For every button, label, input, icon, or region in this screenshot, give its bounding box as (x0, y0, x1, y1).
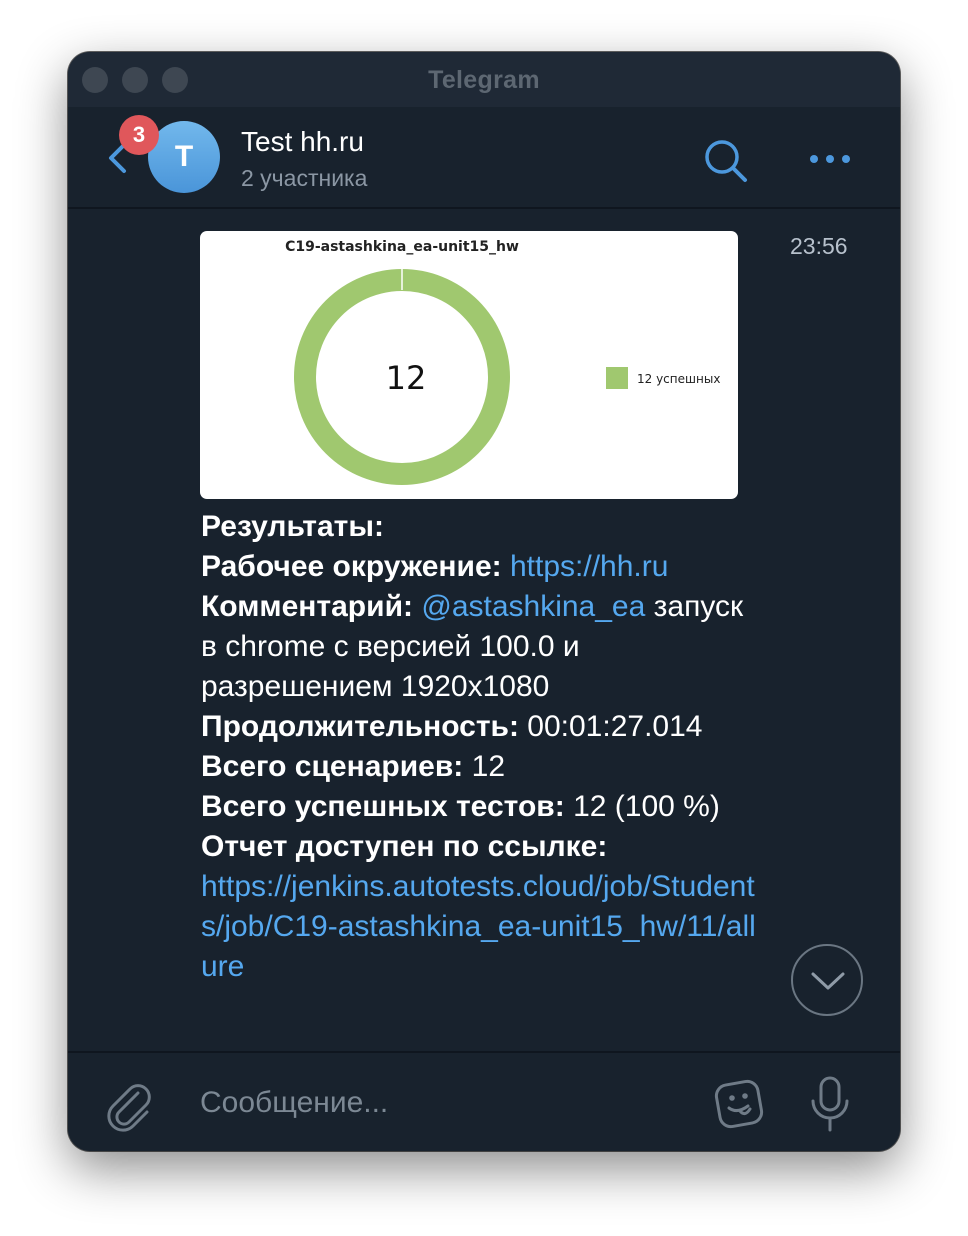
unread-badge: 3 (119, 115, 159, 155)
scroll-down-button[interactable] (791, 944, 863, 1016)
chat-header: T 3 Test hh.ru 2 участника (68, 107, 900, 209)
message-input[interactable] (200, 1081, 680, 1125)
passed-value: 12 (100 %) (573, 790, 720, 823)
scenarios-label: Всего сценариев: (201, 750, 464, 783)
chevron-down-icon (811, 972, 845, 990)
chart-image[interactable]: C19-astashkina_ea-unit15_hw 12 12 успешн… (200, 231, 738, 499)
message-time: 23:56 (790, 233, 848, 259)
message-list[interactable]: 23:56 C19-astashkina_ea-unit15_hw 12 12 … (68, 209, 900, 1051)
passed-label: Всего успешных тестов: (201, 790, 565, 823)
comment-label: Комментарий: (201, 590, 414, 623)
paperclip-icon[interactable] (102, 1077, 158, 1133)
window-title: Telegram (428, 66, 540, 94)
mention-link[interactable]: @astashkina_ea (421, 590, 645, 623)
chat-subtitle: 2 участника (241, 165, 368, 191)
legend-swatch (606, 367, 628, 389)
search-icon[interactable] (702, 137, 750, 185)
telegram-window: Telegram T 3 Test hh.ru 2 участника 23:5… (68, 52, 900, 1151)
sticker-icon[interactable] (710, 1077, 766, 1133)
scenarios-value: 12 (471, 750, 506, 783)
chat-title[interactable]: Test hh.ru (241, 126, 364, 158)
message-composer (68, 1051, 900, 1151)
duration-value: 00:01:27.014 (527, 710, 703, 743)
chart-center-value: 12 (386, 359, 427, 397)
report-label: Отчет доступен по ссылке: (201, 830, 608, 863)
title-bar: Telegram (68, 52, 900, 107)
results-label: Результаты: (201, 510, 384, 543)
duration-label: Продолжительность: (201, 710, 519, 743)
report-link[interactable]: https://jenkins.autotests.cloud/job/Stud… (201, 870, 756, 983)
legend-label: 12 успешных (637, 372, 720, 386)
env-link[interactable]: https://hh.ru (510, 550, 668, 583)
more-options-icon[interactable] (808, 147, 852, 171)
donut-chart: C19-astashkina_ea-unit15_hw 12 12 успешн… (285, 239, 720, 485)
message-text: Результаты: Рабочее окружение: https://h… (201, 507, 761, 987)
chart-title: C19-astashkina_ea-unit15_hw (285, 239, 519, 255)
env-label: Рабочее окружение: (201, 550, 502, 583)
microphone-icon[interactable] (808, 1075, 852, 1135)
